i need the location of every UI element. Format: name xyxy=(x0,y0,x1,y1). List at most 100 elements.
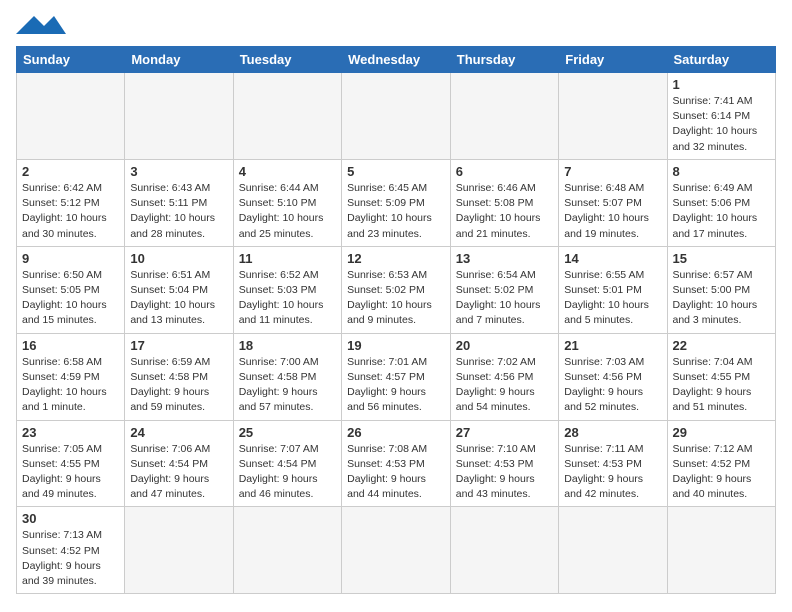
day-info: Sunrise: 6:48 AM Sunset: 5:07 PM Dayligh… xyxy=(564,181,661,242)
date-number: 30 xyxy=(22,511,119,526)
day-info: Sunrise: 6:49 AM Sunset: 5:06 PM Dayligh… xyxy=(673,181,771,242)
calendar-cell xyxy=(125,73,233,160)
day-info: Sunrise: 7:12 AM Sunset: 4:52 PM Dayligh… xyxy=(673,442,771,503)
day-info: Sunrise: 6:50 AM Sunset: 5:05 PM Dayligh… xyxy=(22,268,119,329)
date-number: 21 xyxy=(564,338,661,353)
date-number: 2 xyxy=(22,164,119,179)
calendar-cell: 12 Sunrise: 6:53 AM Sunset: 5:02 PM Dayli… xyxy=(342,246,451,333)
day-info: Sunrise: 7:00 AM Sunset: 4:58 PM Dayligh… xyxy=(239,355,336,416)
calendar-cell: 5 Sunrise: 6:45 AM Sunset: 5:09 PM Daylig… xyxy=(342,159,451,246)
calendar-cell: 27Sunrise: 7:10 AM Sunset: 4:53 PM Dayli… xyxy=(450,420,558,507)
date-number: 20 xyxy=(456,338,553,353)
calendar-cell xyxy=(342,73,451,160)
calendar-cell: 20 Sunrise: 7:02 AM Sunset: 4:56 PM Dayli… xyxy=(450,333,558,420)
weekday-header: Sunday xyxy=(17,47,125,73)
date-number: 11 xyxy=(239,251,336,266)
day-info: Sunrise: 7:06 AM Sunset: 4:54 PM Dayligh… xyxy=(130,442,227,503)
calendar-week-row: 16 Sunrise: 6:58 AM Sunset: 4:59 PM Dayli… xyxy=(17,333,776,420)
day-info: Sunrise: 7:13 AM Sunset: 4:52 PM Dayligh… xyxy=(22,528,119,589)
day-info: Sunrise: 6:55 AM Sunset: 5:01 PM Dayligh… xyxy=(564,268,661,329)
calendar-cell: 26 Sunrise: 7:08 AM Sunset: 4:53 PM Dayli… xyxy=(342,420,451,507)
date-number: 13 xyxy=(456,251,553,266)
day-info: Sunrise: 7:07 AM Sunset: 4:54 PM Dayligh… xyxy=(239,442,336,503)
calendar-cell xyxy=(667,507,776,594)
date-number: 15 xyxy=(673,251,771,266)
day-info: Sunrise: 6:53 AM Sunset: 5:02 PM Dayligh… xyxy=(347,268,445,329)
date-number: 6 xyxy=(456,164,553,179)
day-info: Sunrise: 6:52 AM Sunset: 5:03 PM Dayligh… xyxy=(239,268,336,329)
date-number: 17 xyxy=(130,338,227,353)
weekday-header: Monday xyxy=(125,47,233,73)
calendar-week-row: 23 Sunrise: 7:05 AM Sunset: 4:55 PM Dayli… xyxy=(17,420,776,507)
date-number: 1 xyxy=(673,77,771,92)
calendar-cell: 16 Sunrise: 6:58 AM Sunset: 4:59 PM Dayli… xyxy=(17,333,125,420)
calendar-week-row: 2 Sunrise: 6:42 AM Sunset: 5:12 PM Daylig… xyxy=(17,159,776,246)
calendar-table: SundayMondayTuesdayWednesdayThursdayFrid… xyxy=(16,46,776,594)
day-info: Sunrise: 7:05 AM Sunset: 4:55 PM Dayligh… xyxy=(22,442,119,503)
day-info: Sunrise: 6:51 AM Sunset: 5:04 PM Dayligh… xyxy=(130,268,227,329)
day-info: Sunrise: 6:42 AM Sunset: 5:12 PM Dayligh… xyxy=(22,181,119,242)
calendar-cell: 19Sunrise: 7:01 AM Sunset: 4:57 PM Dayli… xyxy=(342,333,451,420)
calendar-cell: 21Sunrise: 7:03 AM Sunset: 4:56 PM Dayli… xyxy=(559,333,667,420)
date-number: 4 xyxy=(239,164,336,179)
calendar-cell: 28Sunrise: 7:11 AM Sunset: 4:53 PM Dayli… xyxy=(559,420,667,507)
day-info: Sunrise: 7:08 AM Sunset: 4:53 PM Dayligh… xyxy=(347,442,445,503)
calendar-cell: 29Sunrise: 7:12 AM Sunset: 4:52 PM Dayli… xyxy=(667,420,776,507)
calendar-cell: 23 Sunrise: 7:05 AM Sunset: 4:55 PM Dayli… xyxy=(17,420,125,507)
calendar-cell xyxy=(233,507,341,594)
weekday-header: Saturday xyxy=(667,47,776,73)
weekday-header: Tuesday xyxy=(233,47,341,73)
calendar-cell: 7 Sunrise: 6:48 AM Sunset: 5:07 PM Daylig… xyxy=(559,159,667,246)
day-info: Sunrise: 6:43 AM Sunset: 5:11 PM Dayligh… xyxy=(130,181,227,242)
calendar-week-row: 30 Sunrise: 7:13 AM Sunset: 4:52 PM Dayli… xyxy=(17,507,776,594)
calendar-cell xyxy=(450,73,558,160)
page-header xyxy=(16,16,776,36)
calendar-cell xyxy=(125,507,233,594)
date-number: 23 xyxy=(22,425,119,440)
day-info: Sunrise: 7:02 AM Sunset: 4:56 PM Dayligh… xyxy=(456,355,553,416)
calendar-cell: 22Sunrise: 7:04 AM Sunset: 4:55 PM Dayli… xyxy=(667,333,776,420)
calendar-cell: 8 Sunrise: 6:49 AM Sunset: 5:06 PM Daylig… xyxy=(667,159,776,246)
date-number: 26 xyxy=(347,425,445,440)
calendar-cell xyxy=(559,73,667,160)
calendar-cell: 9 Sunrise: 6:50 AM Sunset: 5:05 PM Daylig… xyxy=(17,246,125,333)
date-number: 25 xyxy=(239,425,336,440)
calendar-cell: 4Sunrise: 6:44 AM Sunset: 5:10 PM Daylig… xyxy=(233,159,341,246)
calendar-header: SundayMondayTuesdayWednesdayThursdayFrid… xyxy=(17,47,776,73)
date-number: 27 xyxy=(456,425,553,440)
date-number: 28 xyxy=(564,425,661,440)
day-info: Sunrise: 6:58 AM Sunset: 4:59 PM Dayligh… xyxy=(22,355,119,416)
date-number: 5 xyxy=(347,164,445,179)
date-number: 19 xyxy=(347,338,445,353)
date-number: 22 xyxy=(673,338,771,353)
calendar-cell xyxy=(17,73,125,160)
date-number: 7 xyxy=(564,164,661,179)
date-number: 8 xyxy=(673,164,771,179)
calendar-cell: 10 Sunrise: 6:51 AM Sunset: 5:04 PM Dayli… xyxy=(125,246,233,333)
calendar-cell: 1 Sunrise: 7:41 AM Sunset: 6:14 PM Daylig… xyxy=(667,73,776,160)
day-info: Sunrise: 6:59 AM Sunset: 4:58 PM Dayligh… xyxy=(130,355,227,416)
date-number: 9 xyxy=(22,251,119,266)
date-number: 12 xyxy=(347,251,445,266)
day-info: Sunrise: 6:57 AM Sunset: 5:00 PM Dayligh… xyxy=(673,268,771,329)
calendar-cell: 15 Sunrise: 6:57 AM Sunset: 5:00 PM Dayli… xyxy=(667,246,776,333)
day-info: Sunrise: 6:46 AM Sunset: 5:08 PM Dayligh… xyxy=(456,181,553,242)
calendar-cell: 25 Sunrise: 7:07 AM Sunset: 4:54 PM Dayli… xyxy=(233,420,341,507)
calendar-cell: 17 Sunrise: 6:59 AM Sunset: 4:58 PM Dayli… xyxy=(125,333,233,420)
day-info: Sunrise: 6:54 AM Sunset: 5:02 PM Dayligh… xyxy=(456,268,553,329)
calendar-cell: 30 Sunrise: 7:13 AM Sunset: 4:52 PM Dayli… xyxy=(17,507,125,594)
weekday-header: Thursday xyxy=(450,47,558,73)
date-number: 24 xyxy=(130,425,227,440)
calendar-cell xyxy=(233,73,341,160)
date-number: 10 xyxy=(130,251,227,266)
date-number: 3 xyxy=(130,164,227,179)
calendar-week-row: 1 Sunrise: 7:41 AM Sunset: 6:14 PM Daylig… xyxy=(17,73,776,160)
day-info: Sunrise: 6:45 AM Sunset: 5:09 PM Dayligh… xyxy=(347,181,445,242)
day-info: Sunrise: 7:41 AM Sunset: 6:14 PM Dayligh… xyxy=(673,94,771,155)
date-number: 16 xyxy=(22,338,119,353)
calendar-cell: 14 Sunrise: 6:55 AM Sunset: 5:01 PM Dayli… xyxy=(559,246,667,333)
date-number: 18 xyxy=(239,338,336,353)
calendar-cell xyxy=(450,507,558,594)
date-number: 14 xyxy=(564,251,661,266)
calendar-cell: 18 Sunrise: 7:00 AM Sunset: 4:58 PM Dayli… xyxy=(233,333,341,420)
